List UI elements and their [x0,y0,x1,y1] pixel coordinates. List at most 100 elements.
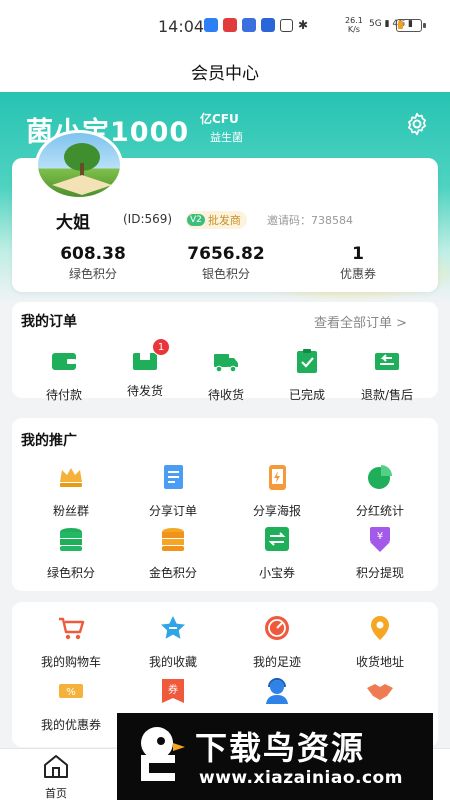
brand-subtitle: 益生菌 [210,131,243,144]
package-icon-box: 1 [130,338,170,376]
level-badge: V2 批发商 [186,211,247,229]
service-customer-service[interactable] [232,676,322,710]
speed-unit: K/s [347,25,360,34]
watermark-bird-logo [141,727,185,781]
watermark-title: 下载鸟资源 [195,729,366,767]
promo-label: 分红统计 [355,504,404,518]
network-speed: 26.1 K/s [345,16,363,34]
service-label: 我的购物车 [40,655,101,669]
status-time: 14:04 [158,17,205,36]
stat-label: 优惠券 [339,267,376,281]
promo-label: 分享订单 [148,504,197,518]
order-label: 退款/售后 [360,388,414,402]
stat-label: 绿色积分 [68,267,117,281]
promo-label: 粉丝群 [52,504,89,518]
service-voucher[interactable]: 券 [128,676,218,710]
order-pending-payment[interactable]: 待付款 [19,346,109,403]
notification-icon [242,18,256,32]
orders-title: 我的订单 [21,314,77,330]
location-icon [371,616,389,640]
voucher-icon: 券 [162,679,184,703]
order-label: 已完成 [288,388,325,402]
status-notification-icons: ✱ [204,18,308,32]
gold-coins-icon [162,528,184,551]
pie-chart-icon [368,465,392,489]
fans-icon [60,468,82,487]
promo-withdraw-points[interactable]: ¥ 积分提现 [335,524,425,581]
service-favorites[interactable]: 我的收藏 [128,613,218,670]
nav-label: 首页 [45,787,67,800]
service-footprint[interactable]: 我的足迹 [232,613,322,670]
speed-value: 26.1 [345,16,363,25]
handshake-icon [367,684,393,700]
promo-fans-group[interactable]: 粉丝群 [26,462,116,519]
promo-green-points[interactable]: 绿色积分 [26,524,116,581]
withdraw-icon: ¥ [370,527,390,552]
footprint-icon [265,616,289,640]
stat-label: 银色积分 [201,267,250,281]
battery-cap [423,23,426,28]
nav-home[interactable]: 首页 [11,753,101,800]
title-bar: 会员中心 [0,50,450,92]
stat-green-points[interactable]: 608.38 绿色积分 [38,244,148,282]
order-pending-shipment[interactable]: 1 待发货 [100,338,190,399]
share-order-icon [164,465,183,489]
watermark-overlay: 下载鸟资源 www.xiazainiao.com [117,713,433,800]
service-address[interactable]: 收货地址 [335,613,425,670]
invite-code[interactable]: 邀请码：738584 [267,212,353,228]
service-agent-icon [266,678,288,704]
battery-icon [396,19,422,32]
coupon-icon: % [59,684,83,698]
order-count-badge: 1 [152,338,170,356]
promo-share-order[interactable]: 分享订单 [128,462,218,519]
avatar[interactable] [35,130,123,200]
promo-gold-points[interactable]: 金色积分 [128,524,218,581]
order-completed[interactable]: 已完成 [262,346,352,403]
settings-gear-icon[interactable] [404,111,430,137]
watermark-url: www.xiazainiao.com [199,768,403,788]
service-cooperation[interactable] [335,676,425,710]
order-label: 待收货 [207,388,244,402]
wallet-icon [52,353,76,370]
service-cart[interactable]: 我的购物车 [26,613,116,670]
promo-share-poster[interactable]: 分享海报 [232,462,322,519]
stat-silver-points[interactable]: 7656.82 银色积分 [171,244,281,282]
page-title: 会员中心 [191,63,259,84]
order-label: 待付款 [45,388,82,402]
service-label: 我的收藏 [148,655,197,669]
promo-label: 小宝券 [258,566,295,580]
stat-coupons[interactable]: 1 优惠券 [303,244,413,282]
promo-label: 分享海报 [252,504,301,518]
promo-label: 绿色积分 [46,566,95,580]
service-label: 收货地址 [355,655,404,669]
user-id: (ID:569) [123,212,173,226]
exchange-icon [265,527,289,551]
home-icon [44,755,68,778]
refund-icon [375,353,399,370]
stat-value: 7656.82 [187,244,265,264]
bluetooth-icon: ✱ [298,18,309,32]
service-label: 我的足迹 [252,655,301,669]
truck-icon [214,354,238,373]
promo-xiaobao-voucher[interactable]: 小宝券 [232,524,322,581]
level-tag: V2 [187,214,205,226]
order-pending-receipt[interactable]: 待收货 [181,346,271,403]
service-label: 我的优惠券 [40,718,101,732]
svg-text:¥: ¥ [377,531,383,542]
level-name: 批发商 [207,214,241,227]
brand-cfu: 亿CFU [200,112,239,126]
promotion-title: 我的推广 [21,433,77,449]
stat-value: 1 [352,244,364,264]
notification-icon [261,18,275,32]
star-icon [161,616,185,639]
order-label: 待发货 [126,384,163,398]
svg-text:%: % [66,687,76,698]
promo-dividend-stats[interactable]: 分红统计 [335,462,425,519]
order-refund[interactable]: 退款/售后 [342,346,432,403]
network-type: 5G [369,19,382,29]
clipboard-check-icon [297,349,317,373]
service-my-coupons[interactable]: % 我的优惠券 [26,676,116,733]
nfc-icon [280,18,293,32]
see-all-orders-link[interactable]: 查看全部订单 > [314,312,407,331]
status-bar: 14:04 ✱ 26.1 K/s 5G ▮ 4G ▮ [0,0,450,50]
